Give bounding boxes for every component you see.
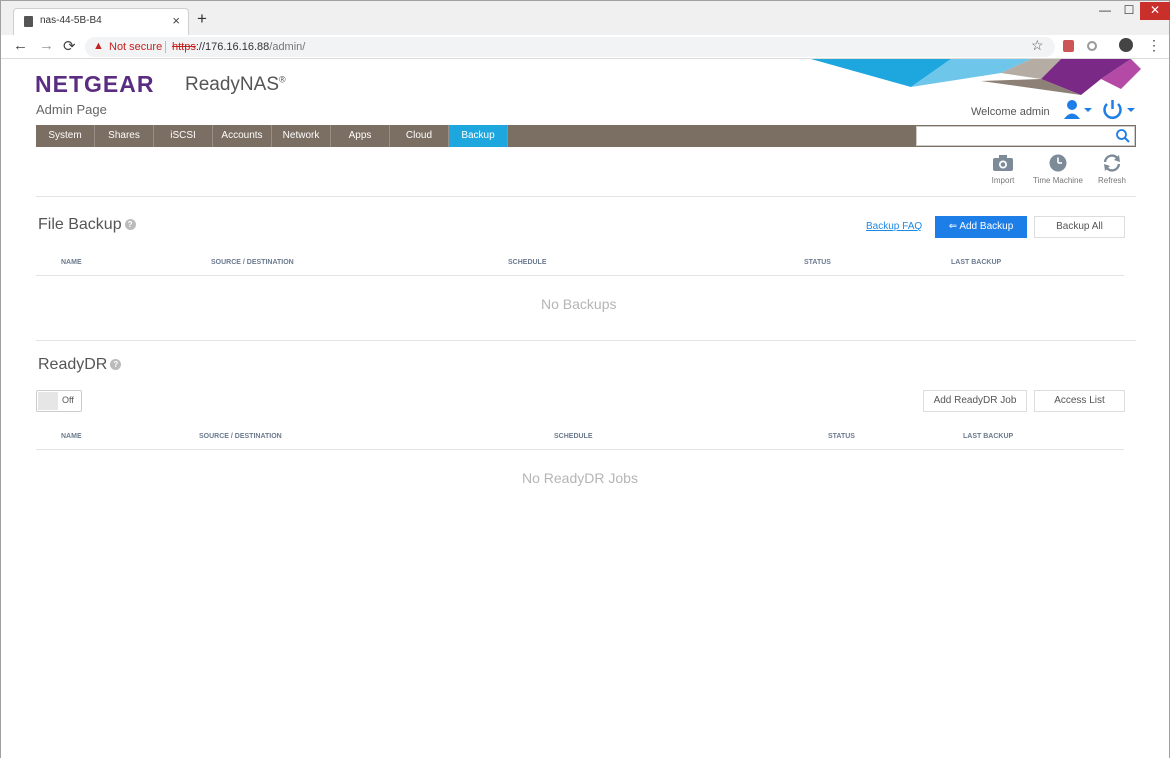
column-header-source-destination[interactable]: SOURCE / DESTINATION bbox=[211, 259, 294, 266]
new-tab-icon[interactable]: + bbox=[197, 9, 207, 29]
tab-apps[interactable]: Apps bbox=[331, 125, 390, 147]
profile-icon[interactable] bbox=[1119, 38, 1133, 52]
tab-backup[interactable]: Backup bbox=[449, 125, 508, 147]
refresh-icon bbox=[1103, 154, 1121, 172]
clock-icon bbox=[1049, 154, 1067, 172]
import-label: Import bbox=[991, 176, 1015, 185]
browser-toolbar: ← → ⟳ ▲ Not secure https://176.16.16.88/… bbox=[1, 35, 1169, 59]
extension-icon[interactable] bbox=[1087, 41, 1097, 51]
tools-divider bbox=[36, 196, 1136, 197]
header-banner-graphic bbox=[811, 59, 1141, 95]
column-header-schedule[interactable]: SCHEDULE bbox=[554, 433, 593, 440]
search-icon[interactable] bbox=[1115, 128, 1131, 144]
toggle-label: Off bbox=[62, 395, 74, 405]
address-bar[interactable]: ▲ Not secure https://176.16.16.88/admin/ bbox=[85, 37, 1055, 57]
file-backup-header-divider bbox=[36, 275, 1124, 276]
omnibox-separator bbox=[165, 41, 166, 53]
tab-system[interactable]: System bbox=[36, 125, 95, 147]
section-divider bbox=[36, 340, 1136, 341]
warning-icon: ▲ bbox=[93, 40, 104, 52]
readydr-empty-state: No ReadyDR Jobs bbox=[522, 470, 638, 486]
netgear-logo: NETGEAR bbox=[35, 71, 155, 97]
column-header-status[interactable]: STATUS bbox=[804, 259, 831, 266]
add-backup-button[interactable]: ⇐ Add Backup bbox=[935, 216, 1027, 238]
column-header-schedule[interactable]: SCHEDULE bbox=[508, 259, 547, 266]
add-backup-icon: ⇐ bbox=[948, 221, 960, 232]
tab-cloud[interactable]: Cloud bbox=[390, 125, 449, 147]
backup-all-button[interactable]: Backup All bbox=[1034, 216, 1125, 238]
file-backup-empty-state: No Backups bbox=[541, 296, 617, 312]
readydr-title: ReadyDR? bbox=[38, 356, 122, 374]
file-backup-title: File Backup? bbox=[38, 216, 136, 234]
browser-tab[interactable]: nas-44-5B-B4 × bbox=[13, 8, 189, 35]
tab-title: nas-44-5B-B4 bbox=[40, 15, 102, 26]
readydr-toggle[interactable]: Off bbox=[36, 390, 82, 412]
column-header-source-destination[interactable]: SOURCE / DESTINATION bbox=[199, 433, 282, 440]
tab-strip: nas-44-5B-B4 × + — ☐ ✕ bbox=[1, 1, 1170, 35]
bookmark-star-icon[interactable]: ☆ bbox=[1031, 37, 1044, 54]
maximize-icon[interactable]: ☐ bbox=[1115, 2, 1143, 20]
tab-network[interactable]: Network bbox=[272, 125, 331, 147]
reload-icon[interactable]: ⟳ bbox=[63, 37, 76, 55]
add-readydr-job-button[interactable]: Add ReadyDR Job bbox=[923, 390, 1027, 412]
toggle-knob bbox=[38, 392, 58, 410]
column-header-name[interactable]: NAME bbox=[61, 259, 82, 266]
welcome-text: Welcome admin bbox=[971, 106, 1050, 118]
time-machine-label: Time Machine bbox=[1033, 176, 1083, 185]
column-header-last-backup[interactable]: LAST BACKUP bbox=[951, 259, 1001, 266]
refresh-label: Refresh bbox=[1097, 176, 1126, 185]
search-input[interactable] bbox=[916, 126, 1135, 146]
tab-shares[interactable]: Shares bbox=[95, 125, 154, 147]
time-machine-button[interactable]: Time Machine bbox=[1029, 154, 1087, 185]
product-name: ReadyNAS® bbox=[185, 74, 286, 95]
close-window-icon[interactable]: ✕ bbox=[1140, 2, 1170, 20]
url-text[interactable]: https://176.16.16.88/admin/ bbox=[172, 41, 305, 53]
close-tab-icon[interactable]: × bbox=[172, 13, 180, 28]
back-arrow-icon[interactable]: ← bbox=[13, 37, 28, 54]
user-menu-icon[interactable] bbox=[1063, 99, 1093, 121]
column-header-status[interactable]: STATUS bbox=[828, 433, 855, 440]
tab-iscsi[interactable]: iSCSI bbox=[154, 125, 213, 147]
camera-icon bbox=[993, 155, 1013, 171]
main-nav: System Shares iSCSI Accounts Network App… bbox=[36, 125, 1136, 147]
readydr-header-divider bbox=[36, 449, 1124, 450]
security-indicator[interactable]: Not secure bbox=[109, 41, 162, 53]
page-content: NETGEAR ReadyNAS® Admin Page Welcome adm… bbox=[1, 59, 1169, 758]
tab-accounts[interactable]: Accounts bbox=[213, 125, 272, 147]
refresh-button[interactable]: Refresh bbox=[1095, 154, 1129, 185]
column-header-last-backup[interactable]: LAST BACKUP bbox=[963, 433, 1013, 440]
kebab-menu-icon[interactable]: ⋮ bbox=[1147, 37, 1161, 54]
file-backup-help-icon[interactable]: ? bbox=[124, 219, 136, 231]
page-subtitle: Admin Page bbox=[36, 102, 107, 117]
readydr-help-icon[interactable]: ? bbox=[110, 359, 122, 371]
import-button[interactable]: Import bbox=[987, 154, 1019, 185]
column-header-name[interactable]: NAME bbox=[61, 433, 82, 440]
browser-window: nas-44-5B-B4 × + — ☐ ✕ ← → ⟳ ▲ Not secur… bbox=[0, 0, 1170, 758]
access-list-button[interactable]: Access List bbox=[1034, 390, 1125, 412]
power-menu-icon[interactable] bbox=[1101, 99, 1137, 121]
page-favicon-icon bbox=[24, 16, 33, 27]
forward-arrow-icon[interactable]: → bbox=[39, 37, 54, 54]
pdf-extension-icon[interactable] bbox=[1063, 40, 1074, 52]
backup-faq-link[interactable]: Backup FAQ bbox=[866, 221, 922, 232]
